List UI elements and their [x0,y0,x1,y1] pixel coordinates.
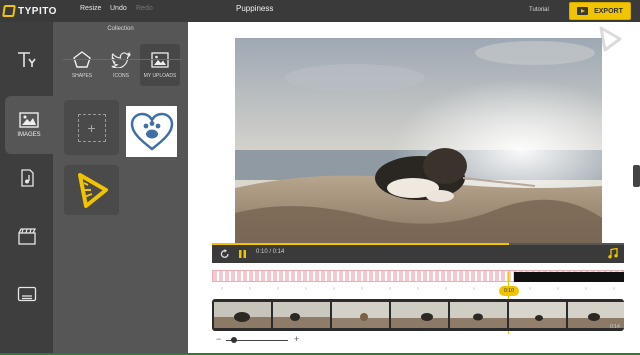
app-logo[interactable]: TYPITO [0,0,58,22]
upload-item-paw-heart[interactable] [126,106,177,157]
playhead-marker[interactable]: 0:10 [499,286,519,296]
zoom-in-button[interactable]: + [294,334,299,344]
frame-thumbnail [214,302,271,328]
logo-text: TYPITO [18,5,57,17]
playback-progress[interactable] [212,243,624,245]
nav-images-label: IMAGES [17,132,41,138]
top-bar: TYPITO Resize Undo Redo Puppiness Tutori… [0,0,640,22]
frame-thumbnail [273,302,330,328]
upload-item-typito-logo[interactable] [64,165,119,215]
typito-logo-icon [77,173,108,208]
undo-button[interactable]: Undo [110,5,127,12]
frame-thumbnail [332,302,389,328]
clapperboard-icon [17,228,36,245]
subtitles-icon [17,286,36,302]
collection-panel: Collection SHAPES ICONS MY UPLOADS + [53,22,188,355]
timeline-ruler [221,287,615,290]
upload-image-tile[interactable]: + [64,100,119,155]
timeline-selected-range[interactable] [514,272,624,282]
text-icon [17,52,36,67]
export-button[interactable]: EXPORT [569,2,631,20]
filmstrip[interactable] [212,299,624,331]
category-label: SHAPES [71,73,93,79]
left-nav: IMAGES [0,22,53,355]
typito-mark-icon [2,5,16,17]
frame-thumbnail [391,302,448,328]
progress-fill [212,243,509,245]
nav-item-audio[interactable] [0,162,53,194]
redo-button[interactable]: Redo [136,5,153,12]
panel-divider [63,59,181,60]
zoom-out-button[interactable]: − [216,334,221,344]
export-label: EXPORT [594,7,623,15]
frame-thumbnail [450,302,507,328]
playback-time: 0:10 / 0:14 [256,249,285,255]
replay-icon[interactable] [220,249,230,259]
add-icon: + [77,113,106,142]
resize-button[interactable]: Resize [80,5,101,12]
nav-item-scenes[interactable] [0,220,53,252]
frame-thumbnail [509,302,566,328]
player-bar: 0:10 / 0:14 [212,243,624,263]
category-my-uploads[interactable]: MY UPLOADS [140,44,180,86]
nav-item-subtitles[interactable] [0,278,53,310]
video-play-icon [577,7,589,15]
music-note-icon [20,169,34,187]
category-icons[interactable]: ICONS [101,44,141,86]
video-preview[interactable] [235,38,602,243]
image-icon [19,112,39,128]
zoom-slider-knob[interactable] [231,337,237,343]
typito-watermark-icon [599,26,622,52]
pause-icon[interactable] [238,249,247,259]
tutorial-link[interactable]: Tutorial [529,7,549,13]
music-note-icon[interactable] [608,248,618,259]
paw-heart-icon [130,112,173,151]
nav-item-images[interactable]: IMAGES [5,96,53,154]
nav-item-text[interactable] [0,40,53,80]
category-label: ICONS [113,72,129,79]
collection-title: Collection [107,26,134,32]
scroll-handle[interactable] [633,165,640,187]
project-title[interactable]: Puppiness [236,4,273,13]
category-shapes[interactable]: SHAPES [62,44,102,86]
filmstrip-end-time: 0:14 [610,324,620,330]
category-label: MY UPLOADS [143,72,177,79]
